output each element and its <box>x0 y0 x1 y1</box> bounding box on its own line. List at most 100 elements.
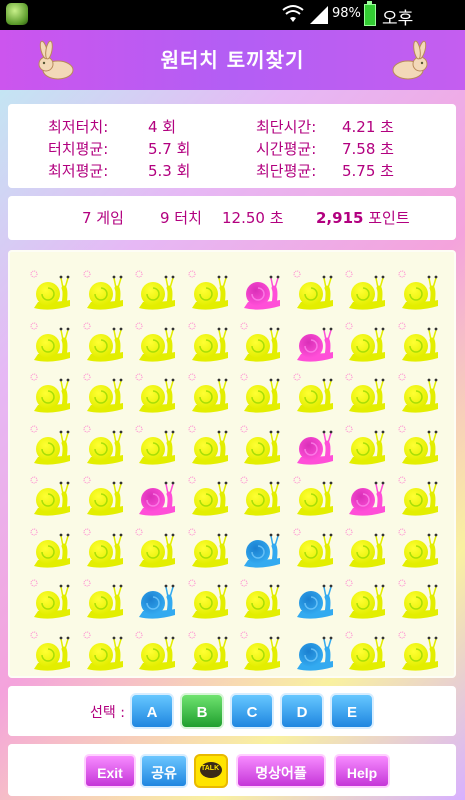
snail-yellow-icon[interactable] <box>398 373 442 417</box>
snail-blue-icon[interactable] <box>240 528 284 572</box>
choice-d-button[interactable]: D <box>280 693 324 729</box>
snail-yellow-icon[interactable] <box>30 270 74 314</box>
points-value: 2,915 <box>316 209 364 227</box>
snail-yellow-icon[interactable] <box>83 322 127 366</box>
choice-a-button[interactable]: A <box>130 693 174 729</box>
choice-b-button[interactable]: B <box>180 693 224 729</box>
snail-yellow-icon[interactable] <box>30 476 74 520</box>
snail-yellow-icon[interactable] <box>135 631 179 675</box>
snail-yellow-icon[interactable] <box>30 425 74 469</box>
stat-label: 최단시간: <box>256 118 317 136</box>
snail-pink-icon[interactable] <box>293 425 337 469</box>
snail-blue-icon[interactable] <box>135 579 179 623</box>
snail-yellow-icon[interactable] <box>240 373 284 417</box>
snail-blue-icon[interactable] <box>293 579 337 623</box>
snail-yellow-icon[interactable] <box>135 270 179 314</box>
title-bar: 원터치 토끼찾기 <box>0 30 465 90</box>
snail-yellow-icon[interactable] <box>83 270 127 314</box>
snail-yellow-icon[interactable] <box>345 373 389 417</box>
status-bar: 98% 오후 11:04 <box>0 0 465 49</box>
snail-yellow-icon[interactable] <box>135 425 179 469</box>
snail-pink-icon[interactable] <box>293 322 337 366</box>
snail-yellow-icon[interactable] <box>240 425 284 469</box>
meditation-app-button[interactable]: 명상어플 <box>236 754 326 788</box>
snail-yellow-icon[interactable] <box>293 373 337 417</box>
snail-yellow-icon[interactable] <box>240 322 284 366</box>
snail-yellow-icon[interactable] <box>188 373 232 417</box>
bottom-toolbar: Exit 공유 TALK 명상어플 Help <box>8 744 456 796</box>
touch-count: 9 터치 <box>160 209 202 227</box>
snail-yellow-icon[interactable] <box>240 631 284 675</box>
snail-yellow-icon[interactable] <box>240 579 284 623</box>
stat-value: 4.21 초 <box>342 118 394 136</box>
game-count: 7 게임 <box>82 209 124 227</box>
snail-yellow-icon[interactable] <box>188 631 232 675</box>
stat-label: 터치평균: <box>48 140 109 158</box>
snail-yellow-icon[interactable] <box>188 425 232 469</box>
snail-yellow-icon[interactable] <box>83 631 127 675</box>
rabbit-icon <box>392 40 428 80</box>
snail-yellow-icon[interactable] <box>398 579 442 623</box>
stat-value: 5.3 회 <box>148 162 191 180</box>
snail-yellow-icon[interactable] <box>83 373 127 417</box>
snail-yellow-icon[interactable] <box>345 579 389 623</box>
choice-e-button[interactable]: E <box>330 693 374 729</box>
snail-yellow-icon[interactable] <box>188 270 232 314</box>
stat-value: 5.7 회 <box>148 140 191 158</box>
stats-panel: 최저터치: 4 회 최단시간: 4.21 초 터치평균: 5.7 회 시간평균:… <box>8 104 456 188</box>
snail-yellow-icon[interactable] <box>188 476 232 520</box>
snail-yellow-icon[interactable] <box>30 631 74 675</box>
snail-pink-icon[interactable] <box>240 270 284 314</box>
snail-yellow-icon[interactable] <box>293 528 337 572</box>
snail-pink-icon[interactable] <box>135 476 179 520</box>
app-notification-icon <box>6 3 28 25</box>
snail-yellow-icon[interactable] <box>83 579 127 623</box>
snail-yellow-icon[interactable] <box>135 528 179 572</box>
points-total: 2,915 포인트 <box>316 207 410 228</box>
snail-yellow-icon[interactable] <box>83 528 127 572</box>
snail-yellow-icon[interactable] <box>293 476 337 520</box>
snail-yellow-icon[interactable] <box>398 322 442 366</box>
snail-yellow-icon[interactable] <box>345 322 389 366</box>
stat-value: 5.75 초 <box>342 162 394 180</box>
snail-yellow-icon[interactable] <box>83 425 127 469</box>
battery-percent: 98% <box>332 6 361 21</box>
snail-yellow-icon[interactable] <box>398 476 442 520</box>
battery-icon <box>364 1 376 26</box>
snail-yellow-icon[interactable] <box>135 373 179 417</box>
stat-label: 최저터치: <box>48 118 109 136</box>
signal-icon <box>310 6 328 24</box>
snail-yellow-icon[interactable] <box>188 528 232 572</box>
elapsed-seconds: 12.50 초 <box>222 209 284 227</box>
snail-blue-icon[interactable] <box>293 631 337 675</box>
help-button[interactable]: Help <box>334 754 390 788</box>
selection-bar: 선택 : A B C D E <box>8 686 456 736</box>
snail-yellow-icon[interactable] <box>30 579 74 623</box>
snail-yellow-icon[interactable] <box>135 322 179 366</box>
snail-yellow-icon[interactable] <box>30 322 74 366</box>
snail-yellow-icon[interactable] <box>293 270 337 314</box>
snail-pink-icon[interactable] <box>345 476 389 520</box>
snail-yellow-icon[interactable] <box>345 270 389 314</box>
snail-yellow-icon[interactable] <box>240 476 284 520</box>
snail-yellow-icon[interactable] <box>345 528 389 572</box>
game-board <box>8 250 456 678</box>
snail-yellow-icon[interactable] <box>345 425 389 469</box>
kakao-talk-button[interactable]: TALK <box>194 754 228 788</box>
snail-yellow-icon[interactable] <box>188 322 232 366</box>
snail-yellow-icon[interactable] <box>30 528 74 572</box>
share-button[interactable]: 공유 <box>140 754 188 788</box>
stat-label: 최단평균: <box>256 162 317 180</box>
exit-button[interactable]: Exit <box>84 754 136 788</box>
snail-yellow-icon[interactable] <box>345 631 389 675</box>
stat-value: 7.58 초 <box>342 140 394 158</box>
snail-yellow-icon[interactable] <box>83 476 127 520</box>
snail-yellow-icon[interactable] <box>398 631 442 675</box>
stat-label: 시간평균: <box>256 140 317 158</box>
snail-yellow-icon[interactable] <box>188 579 232 623</box>
snail-yellow-icon[interactable] <box>398 425 442 469</box>
snail-yellow-icon[interactable] <box>398 528 442 572</box>
snail-yellow-icon[interactable] <box>30 373 74 417</box>
snail-yellow-icon[interactable] <box>398 270 442 314</box>
choice-c-button[interactable]: C <box>230 693 274 729</box>
